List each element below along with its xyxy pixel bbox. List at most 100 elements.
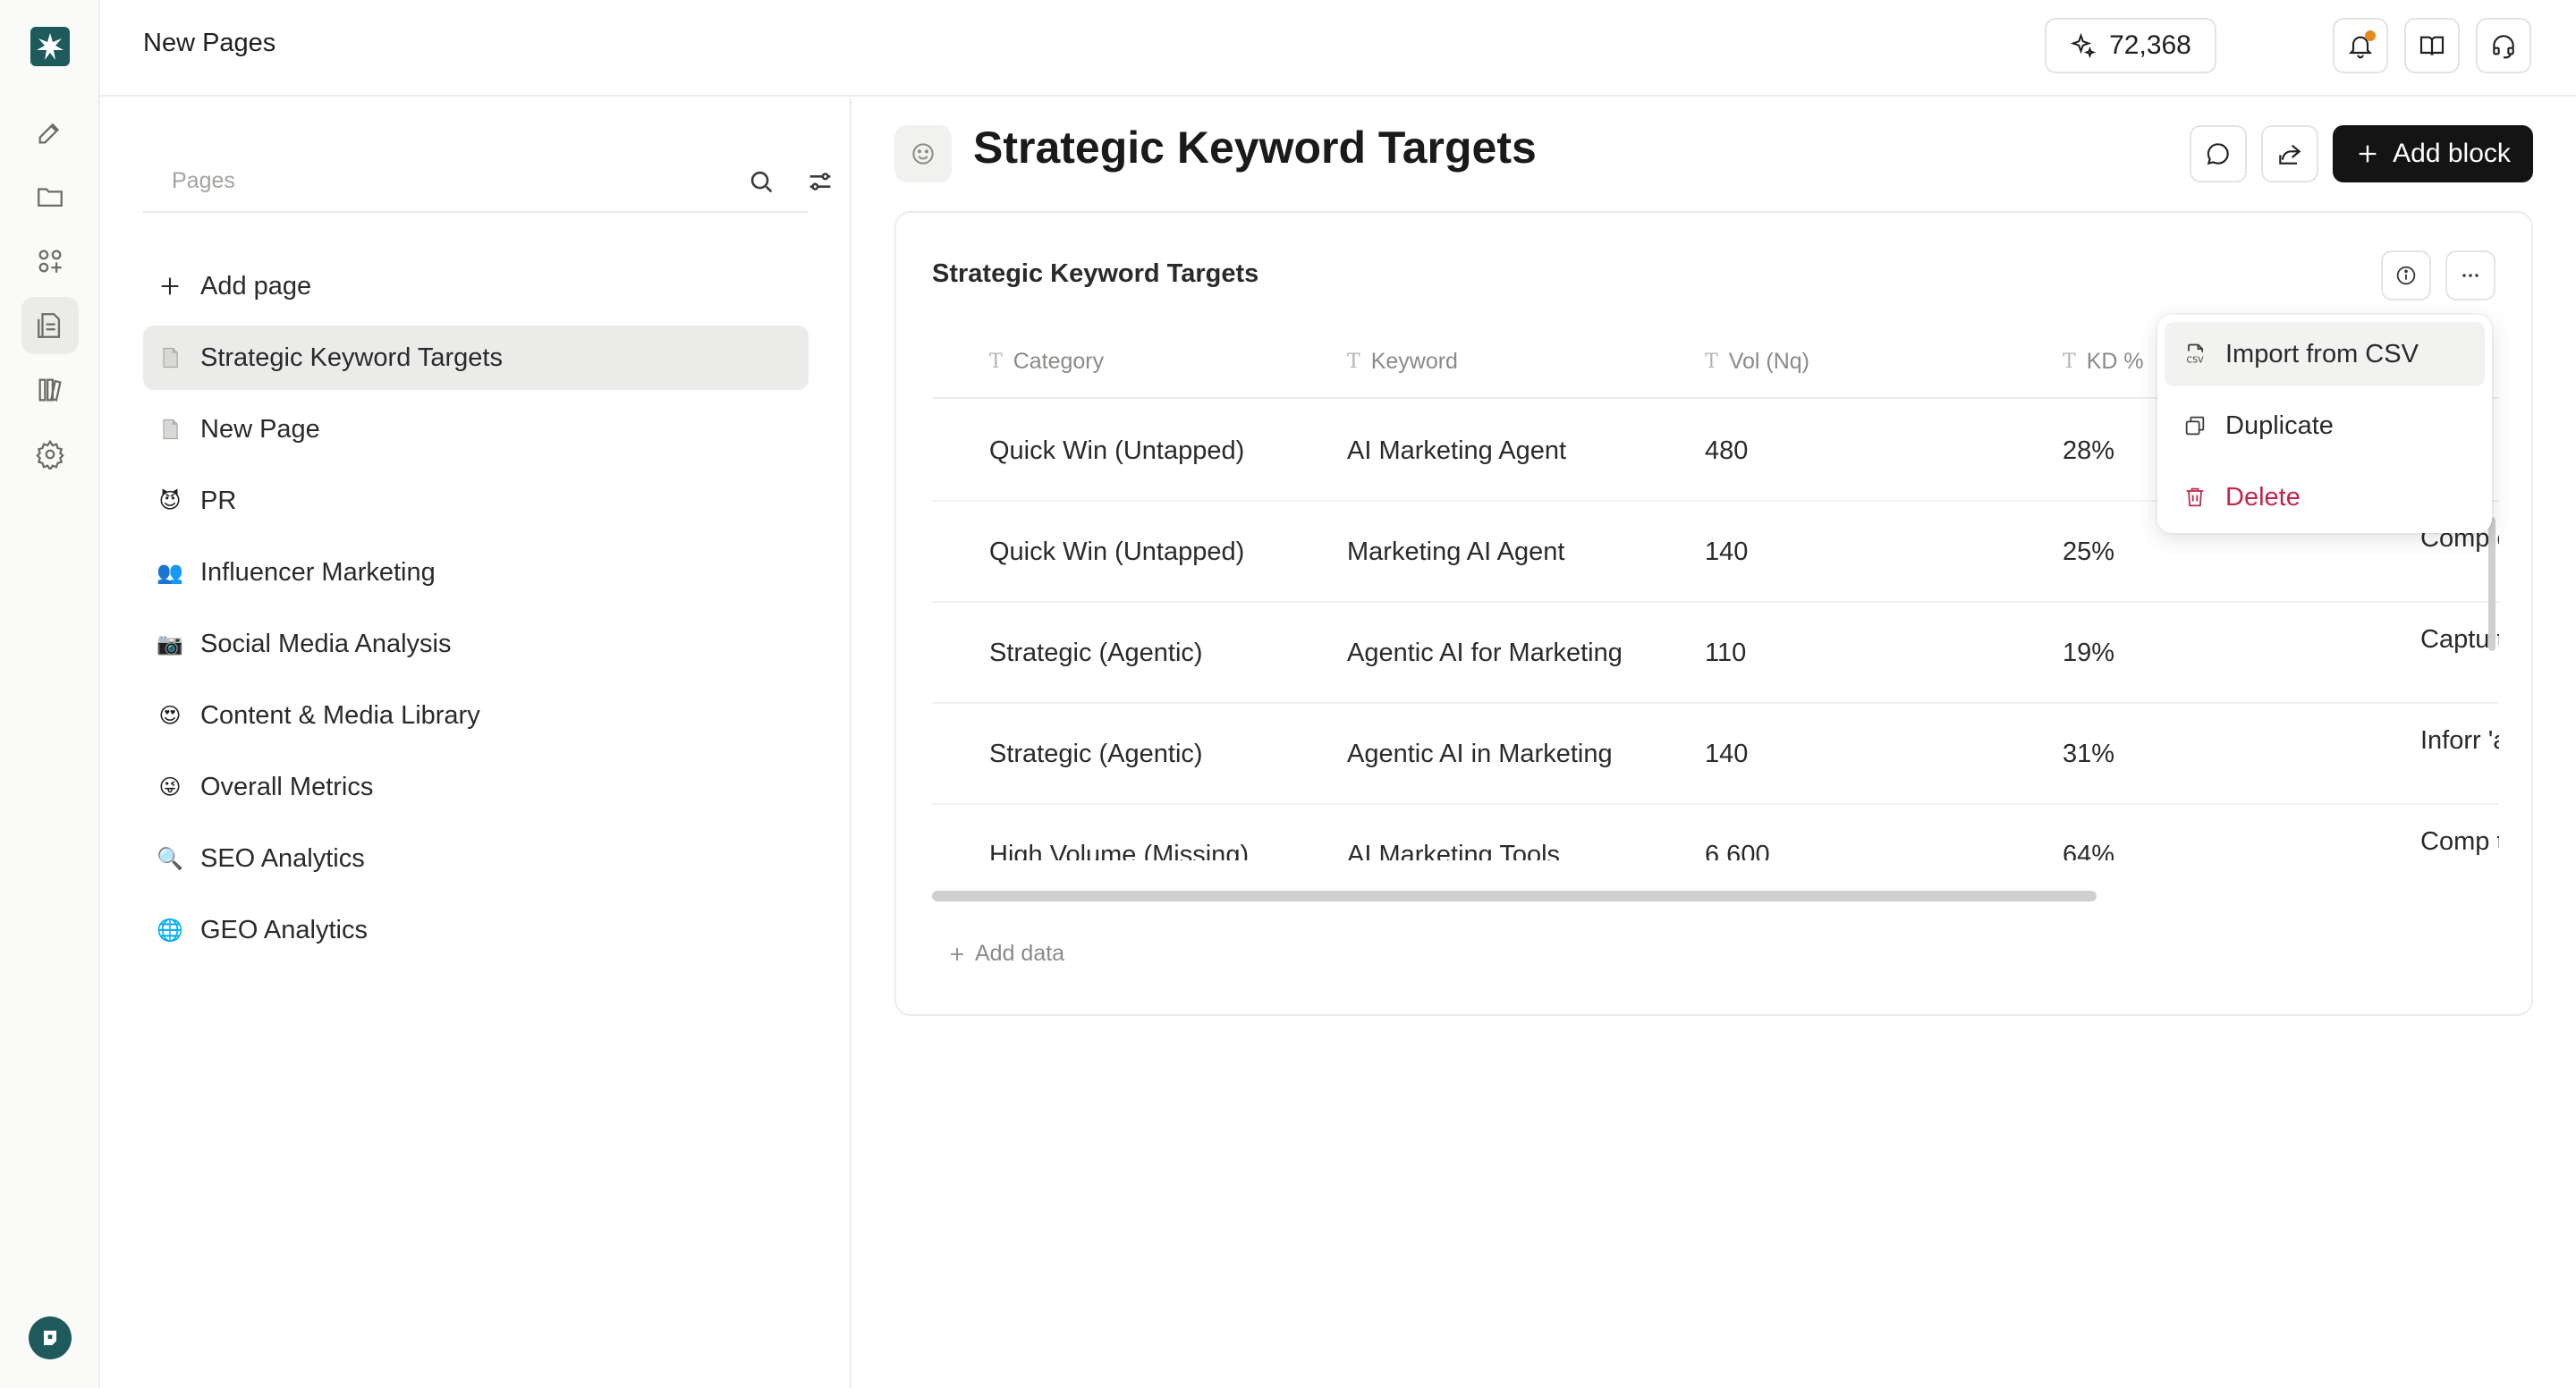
page-item-strategic-keyword-targets[interactable]: Strategic Keyword Targets [143, 326, 809, 390]
page-item-label: SEO Analytics [200, 843, 365, 873]
cell-keyword[interactable]: Agentic AI for Marketing [1347, 639, 1623, 668]
vertical-scrollbar[interactable] [2488, 517, 2496, 651]
share-button[interactable] [2261, 125, 2318, 182]
app-logo-icon[interactable] [29, 25, 72, 68]
page-item-content-media-library[interactable]: 😍 Content & Media Library [143, 683, 809, 748]
cell-kd[interactable]: 64% [2063, 841, 2114, 860]
headset-icon [2493, 35, 2514, 59]
page-item-overall-metrics[interactable]: 😜 Overall Metrics [143, 755, 809, 819]
rail-pages-button[interactable] [21, 297, 79, 354]
search-icon[interactable] [746, 166, 776, 197]
cell-keyword[interactable]: AI Marketing Tools [1347, 841, 1560, 860]
credits-count: 72,368 [2109, 30, 2191, 60]
page-item-label: Overall Metrics [200, 772, 374, 801]
cell-keyword[interactable]: Agentic AI in Marketing [1347, 740, 1613, 769]
menu-item-import-csv[interactable]: CSV Import from CSV [2165, 322, 2485, 386]
devil-emoji-icon: 😈 [158, 488, 182, 513]
table-row[interactable]: Strategic (Agentic) Agentic AI for Marke… [932, 603, 2499, 704]
cell-vol[interactable]: 6,600 [1705, 841, 1770, 860]
block-info-button[interactable] [2381, 250, 2431, 300]
cell-vol[interactable]: 110 [1705, 639, 1746, 668]
cell-kd[interactable]: 25% [2063, 537, 2114, 567]
cell-keyword[interactable]: AI Marketing Agent [1347, 436, 1566, 466]
comment-icon [2207, 143, 2229, 165]
magnifier-emoji-icon: 🔍 [157, 846, 183, 871]
cell-vol[interactable]: 140 [1705, 537, 1748, 567]
add-block-button[interactable]: Add block [2333, 125, 2533, 182]
pages-search-label[interactable]: Pages [172, 168, 235, 194]
cell-notes[interactable]: Captu techn [2420, 622, 2499, 656]
text-type-icon: T [989, 351, 1003, 373]
rail-settings-button[interactable] [21, 426, 79, 483]
column-header-vol[interactable]: T Vol (Nq) [1705, 349, 1809, 375]
copy-icon [2185, 416, 2205, 436]
page-item-seo-analytics[interactable]: 🔍 SEO Analytics [143, 826, 809, 891]
comment-button[interactable] [2190, 125, 2247, 182]
cell-keyword[interactable]: Marketing AI Agent [1347, 537, 1564, 567]
credits-button[interactable]: 72,368 [2045, 18, 2216, 73]
cell-kd[interactable]: 31% [2063, 740, 2114, 769]
cell-vol[interactable]: 140 [1705, 740, 1748, 769]
left-rail [0, 0, 100, 1388]
cell-notes[interactable]: Inforr 'agen [2420, 724, 2499, 757]
page-item-label: PR [200, 486, 237, 515]
page-item-pr[interactable]: 😈 PR [143, 469, 809, 533]
cell-category[interactable]: High Volume (Missing) [989, 841, 1249, 860]
camera-emoji-icon: 📷 [157, 631, 183, 656]
notifications-button[interactable] [2333, 18, 2388, 73]
ellipsis-icon [2462, 274, 2479, 277]
add-data-button[interactable]: Add data [946, 941, 1064, 967]
menu-item-delete[interactable]: Delete [2165, 465, 2485, 529]
wink-emoji-icon: 😜 [158, 774, 182, 800]
page-item-label: Influencer Marketing [200, 557, 436, 587]
pages-panel: Pages Add page Strategic Keyword Targets… [100, 98, 852, 1388]
cell-category[interactable]: Quick Win (Untapped) [989, 537, 1244, 567]
column-header-category[interactable]: T Category [989, 349, 1104, 375]
cell-kd[interactable]: 19% [2063, 639, 2114, 668]
globe-emoji-icon: 🌐 [157, 918, 183, 943]
column-header-keyword[interactable]: T Keyword [1347, 349, 1458, 375]
page-item-geo-analytics[interactable]: 🌐 GEO Analytics [143, 898, 809, 962]
cell-kd[interactable]: 28% [2063, 436, 2114, 466]
cell-category[interactable]: Strategic (Agentic) [989, 639, 1203, 668]
cell-vol[interactable]: 480 [1705, 436, 1748, 466]
text-type-icon: T [2063, 351, 2076, 373]
trash-icon [2186, 487, 2204, 507]
menu-item-duplicate[interactable]: Duplicate [2165, 394, 2485, 458]
table-row[interactable]: High Volume (Missing) AI Marketing Tools… [932, 805, 2499, 860]
cell-category[interactable]: Strategic (Agentic) [989, 740, 1203, 769]
page-item-label: Social Media Analysis [200, 629, 452, 658]
rail-apps-button[interactable] [21, 233, 79, 290]
add-data-label: Add data [975, 941, 1065, 966]
add-block-label: Add block [2393, 139, 2511, 168]
page-item-label: Strategic Keyword Targets [200, 343, 503, 372]
cell-notes[interactable]: Comp target [2420, 825, 2499, 859]
page-title[interactable]: Strategic Keyword Targets [973, 122, 1537, 174]
block-more-button[interactable] [2445, 250, 2496, 300]
text-type-icon: T [1705, 351, 1718, 373]
workspace-avatar[interactable] [29, 1316, 72, 1359]
column-header-kd[interactable]: T KD % [2063, 349, 2144, 375]
page-icon [157, 417, 182, 442]
heart-eyes-emoji-icon: 😍 [158, 703, 182, 728]
cell-category[interactable]: Quick Win (Untapped) [989, 436, 1244, 466]
block-options-menu: CSV Import from CSV Duplicate Delete [2157, 315, 2492, 533]
pages-icon [38, 313, 61, 338]
plus-icon [2359, 145, 2377, 163]
docs-button[interactable] [2404, 18, 2460, 73]
rail-library-button[interactable] [21, 361, 79, 419]
support-button[interactable] [2476, 18, 2531, 73]
rail-edit-button[interactable] [21, 104, 79, 161]
horizontal-scrollbar[interactable] [932, 891, 2097, 901]
page-item-new-page[interactable]: New Page [143, 397, 809, 461]
page-item-influencer-marketing[interactable]: 👥 Influencer Marketing [143, 540, 809, 605]
page-item-label: New Page [200, 414, 320, 444]
rail-folder-button[interactable] [21, 168, 79, 225]
library-icon [38, 378, 62, 402]
page-item-social-media-analysis[interactable]: 📷 Social Media Analysis [143, 612, 809, 676]
plus-icon [157, 274, 182, 299]
add-page-button[interactable]: Add page [143, 254, 809, 318]
table-row[interactable]: Strategic (Agentic) Agentic AI in Market… [932, 704, 2499, 805]
page-emoji-picker[interactable] [894, 125, 952, 182]
filter-sliders-icon[interactable] [805, 166, 835, 197]
